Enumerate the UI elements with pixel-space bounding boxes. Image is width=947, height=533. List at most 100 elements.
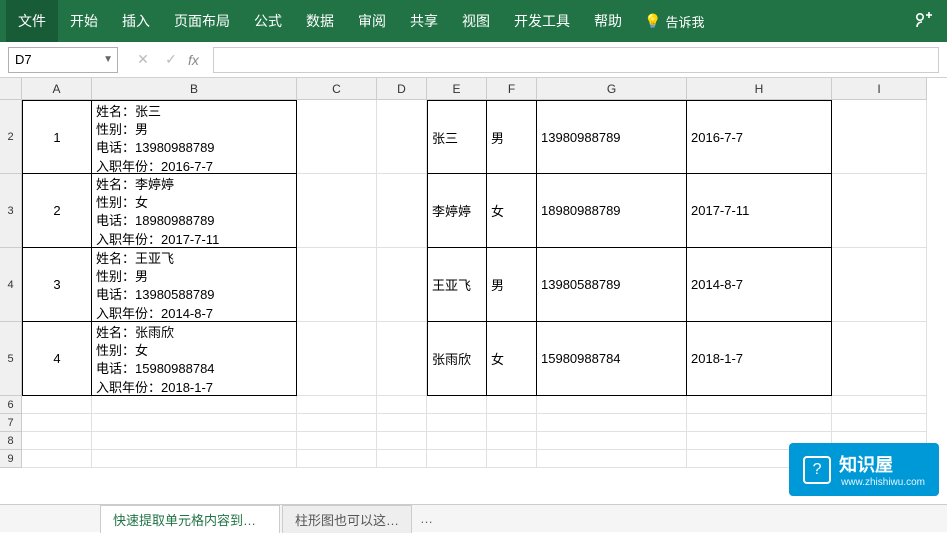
cell-empty[interactable] [537, 450, 687, 468]
row-header-5[interactable]: 5 [0, 322, 22, 396]
cell-empty[interactable] [377, 450, 427, 468]
cell-c[interactable] [297, 248, 377, 322]
select-all-corner[interactable] [0, 78, 22, 100]
cell-date[interactable]: 2014-8-7 [687, 248, 832, 322]
tellme-box[interactable]: 💡 告诉我 [634, 12, 714, 31]
cell-empty[interactable] [297, 432, 377, 450]
row-header-7[interactable]: 7 [0, 414, 22, 432]
cell-phone[interactable]: 15980988784 [537, 322, 687, 396]
cell-empty[interactable] [832, 414, 927, 432]
cell-c[interactable] [297, 174, 377, 248]
cell-empty[interactable] [377, 396, 427, 414]
tab-review[interactable]: 审阅 [346, 0, 398, 42]
cell-empty[interactable] [92, 414, 297, 432]
cell-empty[interactable] [92, 432, 297, 450]
cell-empty[interactable] [427, 414, 487, 432]
col-header-F[interactable]: F [487, 78, 537, 100]
tab-data[interactable]: 数据 [294, 0, 346, 42]
tab-file[interactable]: 文件 [6, 0, 58, 42]
cell-date[interactable]: 2017-7-11 [687, 174, 832, 248]
cell-d[interactable] [377, 322, 427, 396]
cell-date[interactable]: 2018-1-7 [687, 322, 832, 396]
cell-sex[interactable]: 女 [487, 322, 537, 396]
cell-empty[interactable] [487, 396, 537, 414]
cell-i[interactable] [832, 322, 927, 396]
cell-idx[interactable]: 4 [22, 322, 92, 396]
col-header-H[interactable]: H [687, 78, 832, 100]
col-header-C[interactable]: C [297, 78, 377, 100]
cell-name[interactable]: 王亚飞 [427, 248, 487, 322]
tab-view[interactable]: 视图 [450, 0, 502, 42]
cell-empty[interactable] [427, 450, 487, 468]
cell-empty[interactable] [92, 450, 297, 468]
cell-raw[interactable]: 姓名：张雨欣 性别：女 电话：15980988784 入职年份：2018-1-7 [92, 322, 297, 396]
cell-empty[interactable] [487, 450, 537, 468]
sheet-tab-more[interactable]: … [414, 511, 439, 526]
cell-empty[interactable] [687, 414, 832, 432]
tab-share[interactable]: 共享 [398, 0, 450, 42]
cell-idx[interactable]: 3 [22, 248, 92, 322]
cell-idx[interactable]: 2 [22, 174, 92, 248]
cell-raw[interactable]: 姓名：李婷婷 性别：女 电话：18980988789 入职年份：2017-7-1… [92, 174, 297, 248]
col-header-G[interactable]: G [537, 78, 687, 100]
tab-help[interactable]: 帮助 [582, 0, 634, 42]
cell-empty[interactable] [377, 432, 427, 450]
cell-empty[interactable] [22, 414, 92, 432]
row-header-3[interactable]: 3 [0, 174, 22, 248]
cell-sex[interactable]: 男 [487, 248, 537, 322]
name-box[interactable]: D7 ▼ [8, 47, 118, 73]
cell-i[interactable] [832, 174, 927, 248]
cell-c[interactable] [297, 100, 377, 174]
tab-insert[interactable]: 插入 [110, 0, 162, 42]
cell-d[interactable] [377, 174, 427, 248]
cell-empty[interactable] [297, 414, 377, 432]
share-icon[interactable] [905, 9, 941, 34]
cell-name[interactable]: 李婷婷 [427, 174, 487, 248]
cell-date[interactable]: 2016-7-7 [687, 100, 832, 174]
cell-empty[interactable] [687, 396, 832, 414]
cell-empty[interactable] [377, 414, 427, 432]
cell-empty[interactable] [22, 432, 92, 450]
grid[interactable]: ABCDEFGHI 23456789 1姓名：张三 性别：男 电话：139809… [0, 78, 947, 504]
row-header-8[interactable]: 8 [0, 432, 22, 450]
formula-input[interactable] [213, 47, 939, 73]
fx-icon[interactable]: fx [188, 52, 199, 68]
tab-layout[interactable]: 页面布局 [162, 0, 242, 42]
cell-raw[interactable]: 姓名：王亚飞 性别：男 电话：13980588789 入职年份：2014-8-7 [92, 248, 297, 322]
cell-empty[interactable] [297, 396, 377, 414]
sheet-tab-other[interactable]: 柱形图也可以这… [282, 505, 412, 533]
cell-c[interactable] [297, 322, 377, 396]
col-header-A[interactable]: A [22, 78, 92, 100]
sheet-tab-active[interactable]: 快速提取单元格内容到多列 [100, 505, 280, 533]
col-header-I[interactable]: I [832, 78, 927, 100]
cell-empty[interactable] [537, 432, 687, 450]
cell-empty[interactable] [832, 396, 927, 414]
cell-empty[interactable] [22, 396, 92, 414]
cell-phone[interactable]: 13980988789 [537, 100, 687, 174]
cell-empty[interactable] [22, 450, 92, 468]
cell-i[interactable] [832, 100, 927, 174]
cell-empty[interactable] [537, 396, 687, 414]
cell-empty[interactable] [297, 450, 377, 468]
cancel-icon[interactable]: ✕ [132, 51, 154, 68]
col-header-D[interactable]: D [377, 78, 427, 100]
cell-sex[interactable]: 女 [487, 174, 537, 248]
row-header-9[interactable]: 9 [0, 450, 22, 468]
cell-i[interactable] [832, 248, 927, 322]
row-header-2[interactable]: 2 [0, 100, 22, 174]
col-header-E[interactable]: E [427, 78, 487, 100]
chevron-down-icon[interactable]: ▼ [103, 54, 113, 65]
tab-dev[interactable]: 开发工具 [502, 0, 582, 42]
cell-phone[interactable]: 13980588789 [537, 248, 687, 322]
cell-empty[interactable] [487, 414, 537, 432]
row-header-4[interactable]: 4 [0, 248, 22, 322]
row-header-6[interactable]: 6 [0, 396, 22, 414]
cell-empty[interactable] [92, 396, 297, 414]
cell-name[interactable]: 张雨欣 [427, 322, 487, 396]
cell-raw[interactable]: 姓名：张三 性别：男 电话：13980988789 入职年份：2016-7-7 [92, 100, 297, 174]
cell-name[interactable]: 张三 [427, 100, 487, 174]
tab-home[interactable]: 开始 [58, 0, 110, 42]
tab-formula[interactable]: 公式 [242, 0, 294, 42]
cell-d[interactable] [377, 248, 427, 322]
cell-empty[interactable] [427, 396, 487, 414]
